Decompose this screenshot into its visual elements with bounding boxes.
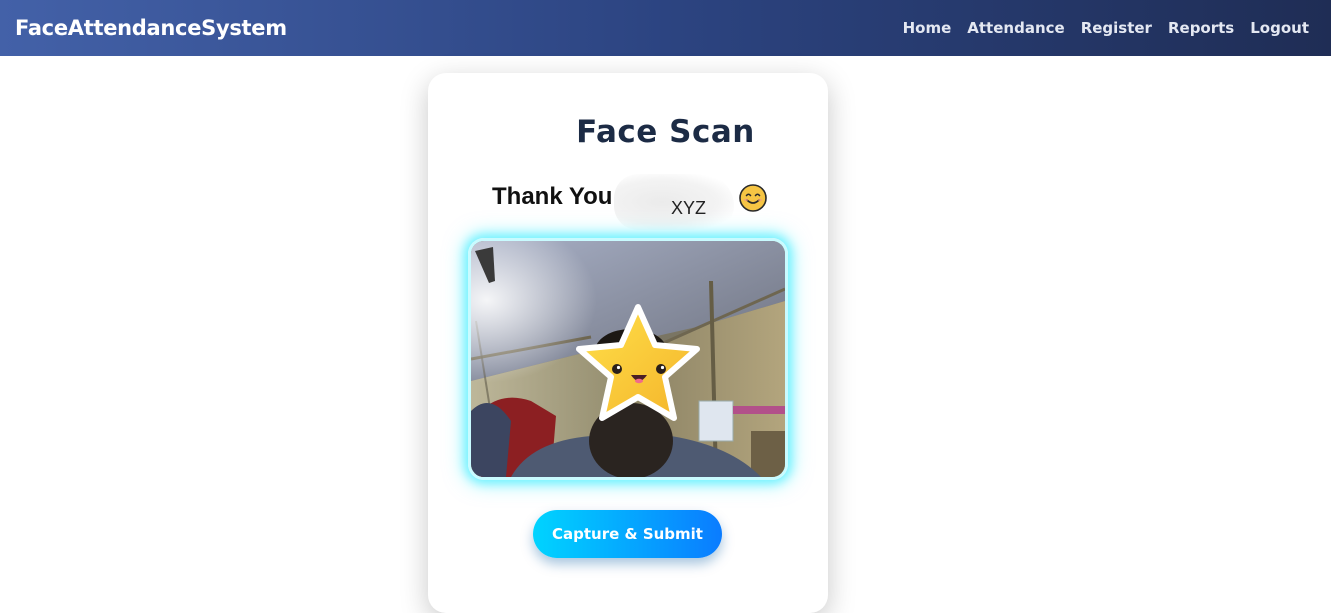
- brand-link[interactable]: FaceAttendanceSystem: [15, 16, 287, 40]
- nav-link-reports[interactable]: Reports: [1168, 19, 1234, 37]
- nav-link-home[interactable]: Home: [903, 19, 952, 37]
- navbar: FaceAttendanceSystem Home Attendance Reg…: [0, 0, 1331, 56]
- nav-links: Home Attendance Register Reports Logout: [903, 19, 1309, 37]
- nav-link-register[interactable]: Register: [1081, 19, 1152, 37]
- greeting-text: Thank You: [492, 183, 613, 210]
- greeting: Thank You XYZ: [492, 174, 768, 230]
- capture-submit-button[interactable]: Capture & Submit: [533, 510, 722, 558]
- camera-preview: [468, 238, 788, 480]
- page-title: Face Scan: [576, 114, 755, 150]
- redacted-name: XYZ: [614, 174, 735, 230]
- user-name: XYZ: [670, 197, 706, 218]
- nav-link-attendance[interactable]: Attendance: [967, 19, 1064, 37]
- nav-link-logout[interactable]: Logout: [1250, 19, 1309, 37]
- smiling-face-icon: [739, 184, 768, 212]
- webcam-feed-image: [471, 241, 785, 477]
